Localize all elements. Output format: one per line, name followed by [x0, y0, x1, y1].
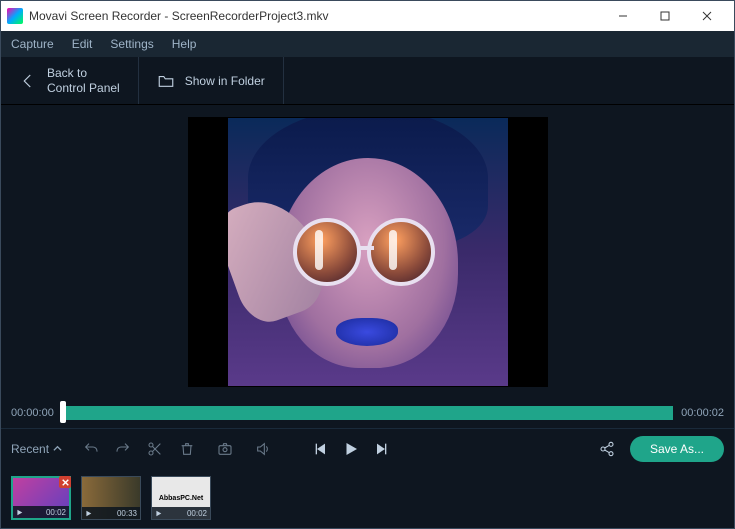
capture-tools	[216, 440, 234, 458]
thumbnail-item[interactable]: 00:02	[11, 476, 71, 520]
menubar: Capture Edit Settings Help	[1, 31, 734, 57]
play-icon	[85, 504, 92, 522]
close-button[interactable]	[686, 2, 728, 30]
preview-area	[1, 105, 734, 398]
thumbnail-close-button[interactable]	[59, 476, 71, 488]
folder-icon	[157, 72, 175, 90]
recent-dropdown[interactable]: Recent	[11, 442, 62, 456]
app-icon	[7, 8, 23, 24]
thumbnail-item[interactable]: 00:33	[81, 476, 141, 520]
top-actions: Back to Control Panel Show in Folder	[1, 57, 734, 105]
next-button[interactable]	[372, 440, 390, 458]
back-to-control-panel-button[interactable]: Back to Control Panel	[1, 57, 139, 104]
video-preview[interactable]	[188, 117, 548, 387]
timeline: 00:00:00 00:00:02	[1, 398, 734, 428]
thumbnail-strip: 00:02 00:33 AbbasPC.Net 00:02	[1, 468, 734, 528]
volume-button[interactable]	[254, 440, 272, 458]
back-label: Back to Control Panel	[47, 66, 120, 95]
titlebar: Movavi Screen Recorder - ScreenRecorderP…	[1, 1, 734, 31]
thumbnail-item[interactable]: AbbasPC.Net 00:02	[151, 476, 211, 520]
menu-capture[interactable]: Capture	[11, 37, 54, 51]
show-in-folder-button[interactable]: Show in Folder	[139, 57, 284, 104]
play-icon	[155, 504, 162, 522]
save-as-button[interactable]: Save As...	[630, 436, 724, 462]
menu-edit[interactable]: Edit	[72, 37, 93, 51]
menu-help[interactable]: Help	[172, 37, 197, 51]
play-icon	[16, 503, 23, 521]
window-controls	[602, 2, 728, 30]
window-title: Movavi Screen Recorder - ScreenRecorderP…	[29, 9, 602, 23]
menu-settings[interactable]: Settings	[110, 37, 153, 51]
playback-controls	[312, 440, 390, 458]
playhead[interactable]	[60, 401, 66, 423]
maximize-button[interactable]	[644, 2, 686, 30]
chevron-up-icon	[53, 444, 62, 453]
undo-button[interactable]	[82, 440, 100, 458]
audio-tools	[254, 440, 272, 458]
time-current: 00:00:00	[11, 407, 54, 419]
prev-button[interactable]	[312, 440, 330, 458]
arrow-left-icon	[19, 72, 37, 90]
time-total: 00:00:02	[681, 407, 724, 419]
play-button[interactable]	[342, 440, 360, 458]
minimize-button[interactable]	[602, 2, 644, 30]
redo-button[interactable]	[114, 440, 132, 458]
cut-button[interactable]	[146, 440, 164, 458]
delete-button[interactable]	[178, 440, 196, 458]
thumbnail-duration: 00:02	[187, 509, 207, 518]
screenshot-button[interactable]	[216, 440, 234, 458]
edit-tools	[82, 440, 196, 458]
seek-track[interactable]	[62, 405, 673, 421]
thumbnail-duration: 00:33	[117, 509, 137, 518]
share-button[interactable]	[598, 440, 616, 458]
app-window: Movavi Screen Recorder - ScreenRecorderP…	[0, 0, 735, 529]
preview-image	[228, 118, 508, 386]
toolbar: Recent Save As...	[1, 428, 734, 468]
thumbnail-duration: 00:02	[46, 508, 66, 517]
